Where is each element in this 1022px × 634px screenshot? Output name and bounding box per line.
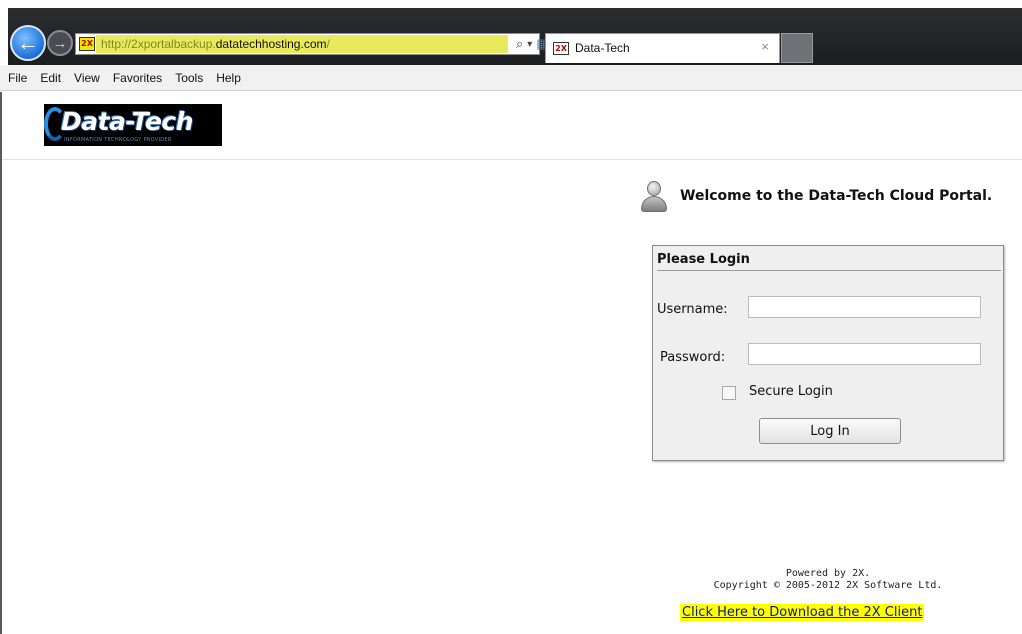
powered-by-text: Powered by 2X. — [785, 568, 871, 579]
menu-favorites[interactable]: Favorites — [113, 71, 162, 85]
address-bar[interactable]: 2X http://2xportalbackup.datatechhosting… — [75, 33, 578, 55]
tab-close-icon[interactable]: × — [761, 39, 769, 54]
username-input[interactable] — [748, 296, 981, 318]
menu-edit[interactable]: Edit — [40, 71, 61, 85]
password-input[interactable] — [748, 343, 981, 365]
address-url[interactable]: http://2xportalbackup.datatechhosting.co… — [101, 36, 330, 52]
secure-login-label: Secure Login — [749, 384, 833, 399]
search-dropdown-icon[interactable]: ▾ — [527, 39, 532, 50]
site-favicon-icon: 2X — [79, 37, 95, 51]
logo-tagline: INFORMATION TECHNOLOGY PROVIDER — [64, 137, 172, 143]
menu-view[interactable]: View — [74, 71, 100, 85]
url-prefix: http://2xportalbackup. — [101, 37, 216, 51]
secure-login-checkbox[interactable] — [722, 386, 736, 400]
back-button[interactable]: ← — [10, 25, 46, 61]
browser-window: ← → 2X http://2xportalbackup.datatechhos… — [0, 0, 1022, 634]
login-title-divider — [657, 270, 1001, 271]
copyright-text: Copyright © 2005-2012 2X Software Ltd. — [713, 580, 943, 591]
search-icon[interactable]: ⌕ — [516, 36, 523, 52]
forward-arrow-icon: → — [52, 34, 68, 52]
window-edge — [0, 92, 2, 634]
browser-titlebar: ← → 2X http://2xportalbackup.datatechhos… — [0, 0, 1022, 65]
logo-wordmark: Data-Tech — [61, 107, 194, 136]
menu-help[interactable]: Help — [216, 71, 241, 85]
download-client-link[interactable]: Click Here to Download the 2X Client — [680, 604, 925, 621]
login-panel: Please Login Username: Password: Secure … — [652, 245, 1004, 461]
url-suffix: / — [326, 37, 330, 51]
user-icon — [640, 179, 668, 213]
welcome-banner: Welcome to the Data-Tech Cloud Portal. — [640, 179, 992, 213]
welcome-text: Welcome to the Data-Tech Cloud Portal. — [680, 188, 993, 204]
data-tech-logo: Data-Tech INFORMATION TECHNOLOGY PROVIDE… — [44, 104, 222, 146]
tab-favicon-icon: 2X — [553, 42, 569, 55]
login-title: Please Login — [657, 252, 750, 267]
tab-title: Data-Tech — [575, 41, 630, 55]
page-content: Data-Tech INFORMATION TECHNOLOGY PROVIDE… — [0, 92, 1022, 634]
footer: Powered by 2X. Copyright © 2005-2012 2X … — [660, 568, 996, 592]
password-label: Password: — [660, 350, 726, 365]
log-in-button[interactable]: Log In — [759, 418, 901, 444]
menu-tools[interactable]: Tools — [175, 71, 203, 85]
portal-header: Data-Tech INFORMATION TECHNOLOGY PROVIDE… — [2, 92, 1022, 160]
menu-file[interactable]: File — [8, 71, 27, 85]
back-arrow-icon: ← — [17, 30, 39, 55]
menu-bar: File Edit View Favorites Tools Help — [0, 65, 1022, 91]
url-domain: datatechhosting.com — [215, 37, 327, 51]
tab-data-tech[interactable]: 2X Data-Tech × — [545, 33, 780, 63]
new-tab-button[interactable] — [781, 33, 813, 63]
forward-button[interactable]: → — [47, 30, 73, 56]
username-label: Username: — [657, 302, 728, 317]
